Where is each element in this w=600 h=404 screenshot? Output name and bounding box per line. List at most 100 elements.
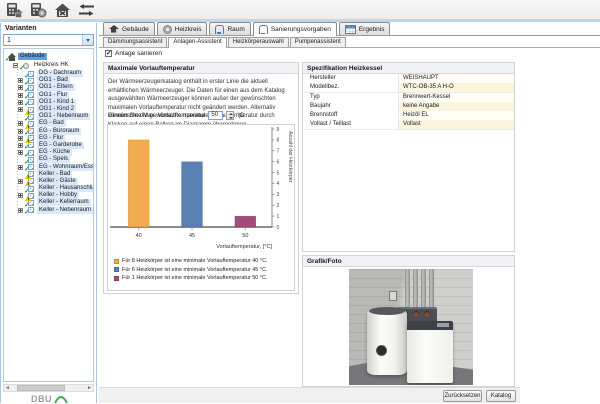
spec-value[interactable]: WEISHAUPT xyxy=(398,74,514,83)
dropdown-button[interactable] xyxy=(82,35,93,45)
legend-item: Für 8 Heizkörper ist eine minimale Vorla… xyxy=(114,257,294,266)
tree-item[interactable]: Keller - Bad xyxy=(4,171,93,178)
tree-item[interactable]: ✓OG1 - Bad xyxy=(4,77,93,84)
tab-sanierungsvorgaben[interactable]: Sanierungsvorgaben xyxy=(253,22,337,36)
tree-item-label: EG - Flur xyxy=(37,135,65,142)
panel-title: Spezifikation Heizkessel xyxy=(303,63,514,74)
tree-item-label: Keller - Gäste xyxy=(37,178,78,185)
tree-item-label: EG - Garderobe xyxy=(37,142,84,149)
spinner-row: Gewünschte Max. Vorlauftemperatur 50 °C xyxy=(108,111,244,120)
tree-item[interactable]: EG - Flur xyxy=(4,135,93,142)
tree-item[interactable]: Keller - Gäste xyxy=(4,178,93,185)
tab-raum[interactable]: Raum xyxy=(209,22,250,35)
i-table xyxy=(345,25,356,34)
calc-circle-icon[interactable] xyxy=(30,2,47,18)
expand-icon[interactable] xyxy=(18,107,23,112)
tree-item[interactable]: ✓Heizkreis HK xyxy=(4,61,93,70)
spec-value[interactable]: WTC-OB-35 A H-O xyxy=(398,83,514,92)
zuruecksetzen-button[interactable]: Zurücksetzen xyxy=(443,390,482,402)
variant-dropdown[interactable]: 1 xyxy=(3,34,94,46)
status-ok-icon: ✓ xyxy=(24,188,30,195)
scrollbar-thumb[interactable] xyxy=(17,385,65,391)
expand-icon[interactable] xyxy=(18,85,23,90)
tree-item[interactable]: ✓EG - Wohnraum/Essen xyxy=(4,163,93,170)
subtab-anlagen-assistent[interactable]: Anlagen-Assistent xyxy=(168,37,226,48)
expand-icon[interactable] xyxy=(18,143,23,148)
tree-item[interactable]: ✓EG - Speis xyxy=(4,156,93,163)
tree-item[interactable]: Keller - Hobby xyxy=(4,192,93,199)
spec-label: Brennstoff xyxy=(303,111,398,120)
expand-icon[interactable] xyxy=(18,165,23,170)
expand-icon[interactable] xyxy=(18,129,23,134)
tab-ergebnis[interactable]: Ergebnis xyxy=(339,22,391,35)
spec-value[interactable]: Vollast xyxy=(398,120,514,129)
spec-row: Modellbez.WTC-OB-35 A H-O xyxy=(303,83,514,92)
status-ok-icon: ✓ xyxy=(24,116,30,123)
spin-down-icon[interactable] xyxy=(227,116,233,120)
tab-heizkreis[interactable]: Heizkreis xyxy=(157,22,208,35)
tree-item[interactable]: EG - Bad xyxy=(4,120,93,127)
tab-gebaeude[interactable]: Gebäude xyxy=(103,22,155,35)
tree-horizontal-scrollbar[interactable]: ◄ ► xyxy=(3,384,94,392)
subtab-daemmungsassistent[interactable]: Dämmungsassistent xyxy=(103,37,167,47)
tree-item[interactable]: ✓OG1 - Eltern xyxy=(4,84,93,91)
tree-item[interactable]: ✓Gebäude xyxy=(4,52,93,61)
bar-chart[interactable]: 0123456789Anzahl der Heizkörper404550Vor… xyxy=(108,125,294,251)
scrollbar-track[interactable] xyxy=(11,385,86,391)
expand-icon[interactable] xyxy=(18,121,23,126)
expand-icon[interactable] xyxy=(18,193,23,198)
spec-value[interactable]: Brennwert-Kessel xyxy=(398,93,514,102)
chart-legend: Für 8 Heizkörper ist eine minimale Vorla… xyxy=(108,256,294,283)
tab-label: Gebäude xyxy=(122,26,149,33)
tab-label: Raum xyxy=(227,26,244,33)
tree-item[interactable]: ✓OG1 - Nebenraum xyxy=(4,113,93,120)
vorlauftemperatur-chart[interactable]: 0123456789Anzahl der Heizkörper404550Vor… xyxy=(107,124,295,291)
vorlauftemperatur-input[interactable]: 50 xyxy=(208,111,223,120)
svg-text:45: 45 xyxy=(189,233,195,239)
house-tools-icon[interactable] xyxy=(54,2,71,18)
anlage-sanieren-checkbox[interactable]: Anlage sanieren xyxy=(105,50,162,57)
spec-value[interactable]: Heizöl EL xyxy=(398,111,514,120)
tree-item[interactable]: ✓Keller - Nebenraum xyxy=(4,207,93,214)
tab-label: Ergebnis xyxy=(359,26,385,33)
spinner-buttons[interactable] xyxy=(226,111,234,120)
spinner-unit: °C xyxy=(237,113,244,119)
tree-item[interactable]: OG1 - Kind 2 xyxy=(4,106,93,113)
swap-arrows-icon[interactable] xyxy=(78,2,95,18)
katalog-button[interactable]: Katalog xyxy=(486,390,516,402)
expand-icon[interactable] xyxy=(18,78,23,83)
expand-icon[interactable] xyxy=(18,136,23,141)
expand-icon[interactable] xyxy=(18,100,23,105)
spec-label: Hersteller xyxy=(303,74,398,83)
panel-title: Maximale Vorlauftemperatur xyxy=(104,63,298,74)
checkbox-check-icon[interactable] xyxy=(105,50,112,57)
collapse-icon[interactable] xyxy=(13,63,18,68)
spec-value[interactable]: keine Angabe xyxy=(398,102,514,111)
tree-item[interactable]: ✓DG - Dachraum xyxy=(4,70,93,77)
tree-item[interactable]: ✓ Keller - Kellerraum xyxy=(4,199,93,206)
expand-icon[interactable] xyxy=(18,208,23,213)
scroll-right-icon[interactable]: ► xyxy=(86,385,93,391)
status-warning-icon xyxy=(25,173,31,179)
tree-item[interactable]: ✓OG1 - Kind 1 xyxy=(4,99,93,106)
i-room xyxy=(259,25,268,34)
status-warning-icon xyxy=(25,195,31,201)
subtab-heizkoerperauswahl[interactable]: Heizkörperauswahl xyxy=(228,37,289,47)
i-circle xyxy=(163,25,172,34)
expand-icon[interactable] xyxy=(18,179,23,184)
scroll-left-icon[interactable]: ◄ xyxy=(4,385,11,391)
subtab-pumpenassistent[interactable]: Pumpenassistent xyxy=(290,37,346,47)
tree-item[interactable]: ✓EG - Küche xyxy=(4,149,93,156)
tree-item[interactable]: ✓Keller - Hausanschlussr. xyxy=(4,185,93,192)
status-ok-icon: ✓ xyxy=(24,202,30,209)
tree-item-label: Keller - Kellerraum xyxy=(37,199,91,206)
boiler-photo xyxy=(349,269,473,385)
tree-item[interactable]: ✓EG - Garderobe xyxy=(4,142,93,149)
expand-icon[interactable] xyxy=(18,93,23,98)
calc-house-icon[interactable] xyxy=(6,2,23,18)
status-ok-icon: ✓ xyxy=(24,152,30,159)
tree-item[interactable]: ✓OG1 - Flur xyxy=(4,92,93,99)
expand-icon[interactable] xyxy=(18,150,23,155)
tree-item[interactable]: ✓EG - Büroraum xyxy=(4,128,93,135)
footer-bar: Zurücksetzen Katalog xyxy=(99,387,520,403)
